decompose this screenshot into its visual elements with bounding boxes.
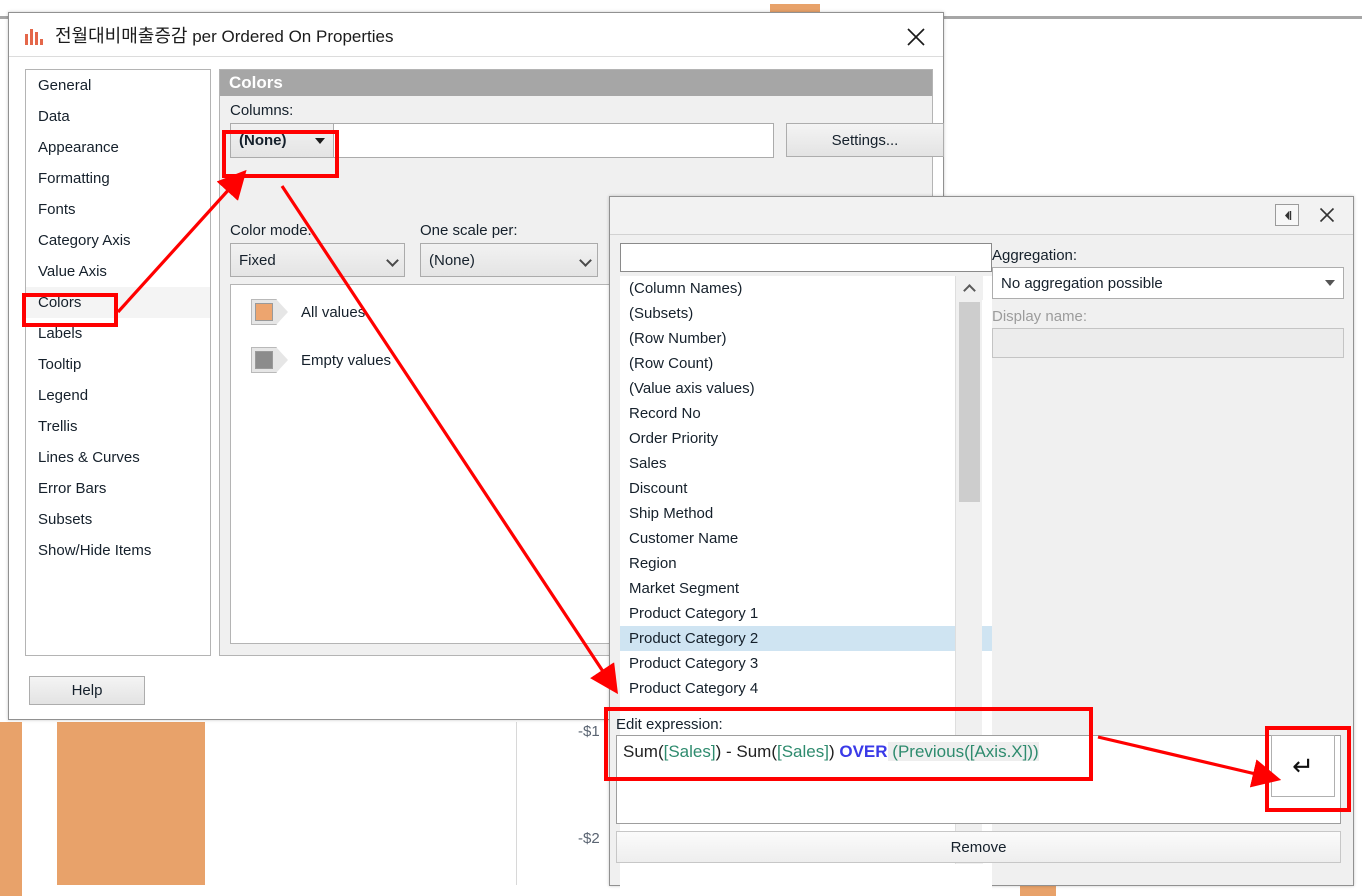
sidebar-item-error-bars[interactable]: Error Bars [26, 473, 210, 504]
page-title-korean: 전월대비매출증감 [55, 26, 188, 46]
list-item-customer-name[interactable]: Customer Name [620, 526, 992, 551]
properties-titlebar: 전월대비매출증감 per Ordered On Properties [9, 13, 943, 57]
columns-selector-value: (None) [239, 132, 287, 149]
list-item-subsets[interactable]: (Subsets) [620, 301, 992, 326]
color-mode-value: Fixed [239, 251, 276, 269]
expr-token-4: ) [828, 742, 840, 761]
column-picker-titlebar [610, 197, 1353, 235]
column-picker-dialog: (Column Names) (Subsets) (Row Number) (R… [609, 196, 1354, 896]
color-mode-combo[interactable]: Fixed [230, 243, 405, 277]
swatch-tag-shape [276, 299, 289, 325]
expr-token-0: Sum( [623, 742, 664, 761]
sidebar-item-category-axis[interactable]: Category Axis [26, 225, 210, 256]
chevron-down-icon [386, 254, 399, 267]
sidebar-item-show-hide-items[interactable]: Show/Hide Items [26, 535, 210, 566]
list-item-product-category-2[interactable]: Product Category 2 [620, 626, 992, 651]
aggregation-label: Aggregation: [992, 247, 1078, 264]
expression-editor[interactable]: Sum([Sales]) - Sum([Sales]) OVER (Previo… [616, 735, 1341, 824]
list-item-value-axis-values[interactable]: (Value axis values) [620, 376, 992, 401]
chevron-down-icon [315, 137, 325, 144]
sidebar-item-tooltip[interactable]: Tooltip [26, 349, 210, 380]
page-title: 전월대비매출증감 per Ordered On Properties [55, 23, 393, 50]
one-scale-per-label: One scale per: [420, 222, 518, 239]
page-title-rest: per Ordered On Properties [187, 27, 394, 46]
color-mode-label: Color mode: [230, 222, 312, 239]
settings-button[interactable]: Settings... [786, 123, 944, 157]
expr-token-3: [Sales] [777, 742, 829, 761]
list-item-ship-method[interactable]: Ship Method [620, 501, 992, 526]
list-item-sales[interactable]: Sales [620, 451, 992, 476]
close-icon[interactable] [903, 24, 929, 50]
remove-button[interactable]: Remove [616, 831, 1341, 863]
list-item-product-category-4[interactable]: Product Category 4 [620, 676, 992, 701]
expr-token-2: ) - Sum( [715, 742, 777, 761]
swatch-fill [255, 303, 273, 321]
expr-token-6: (Previous( [887, 742, 970, 761]
help-button[interactable]: Help [29, 676, 145, 705]
sidebar-item-trellis[interactable]: Trellis [26, 411, 210, 442]
expr-token-8: )) [1027, 742, 1039, 761]
list-item-column-names[interactable]: (Column Names) [620, 276, 992, 301]
one-scale-per-value: (None) [429, 251, 475, 269]
sidebar-item-labels[interactable]: Labels [26, 318, 210, 349]
chart-bar-1 [0, 722, 22, 896]
sidebar-item-fonts[interactable]: Fonts [26, 194, 210, 225]
swatch-tag-shape [276, 347, 289, 373]
display-name-label: Display name: [992, 308, 1088, 325]
sidebar-item-colors[interactable]: Colors [26, 287, 210, 318]
chart-tick-label-2: -$2 [578, 830, 600, 847]
chevron-up-icon[interactable] [956, 276, 983, 300]
columns-label: Columns: [230, 102, 294, 119]
aggregation-combo[interactable]: No aggregation possible [992, 267, 1344, 299]
sidebar-item-general[interactable]: General [26, 70, 210, 101]
sidebar-item-subsets[interactable]: Subsets [26, 504, 210, 535]
color-swatch-empty-values[interactable] [251, 347, 277, 373]
chevron-down-icon [579, 254, 592, 267]
color-rule-all-values[interactable]: All values [251, 299, 365, 325]
list-item-record-no[interactable]: Record No [620, 401, 992, 426]
enter-glyph: ↵ [1292, 750, 1314, 781]
enter-return-icon[interactable]: ↵ [1271, 735, 1335, 797]
list-item-market-segment[interactable]: Market Segment [620, 576, 992, 601]
list-item-discount[interactable]: Discount [620, 476, 992, 501]
display-name-field [992, 328, 1344, 358]
pin-left-icon[interactable] [1275, 204, 1299, 226]
list-item-region[interactable]: Region [620, 551, 992, 576]
search-input[interactable] [620, 243, 992, 272]
sidebar-item-appearance[interactable]: Appearance [26, 132, 210, 163]
edit-expression-label: Edit expression: [616, 716, 723, 733]
list-item-product-category-1[interactable]: Product Category 1 [620, 601, 992, 626]
expr-token-7: [Axis.X] [969, 742, 1028, 761]
chart-gridline-1 [516, 722, 517, 885]
close-icon[interactable] [1315, 204, 1339, 226]
screen-root: -$1 -$2 전월대비매출증감 per Ordered On Properti… [0, 0, 1362, 896]
list-item-product-category-3[interactable]: Product Category 3 [620, 651, 992, 676]
sidebar-item-data[interactable]: Data [26, 101, 210, 132]
swatch-fill [255, 351, 273, 369]
sidebar-item-lines-curves[interactable]: Lines & Curves [26, 442, 210, 473]
color-rule-label: All values [301, 303, 366, 321]
one-scale-per-combo[interactable]: (None) [420, 243, 598, 277]
scrollbar-thumb[interactable] [959, 302, 980, 502]
expr-token-5: OVER [839, 742, 888, 761]
list-item-row-count[interactable]: (Row Count) [620, 351, 992, 376]
list-item-order-priority[interactable]: Order Priority [620, 426, 992, 451]
chevron-down-icon [1325, 280, 1335, 286]
color-rule-label: Empty values [301, 351, 392, 369]
expr-token-1: [Sales] [663, 742, 716, 761]
panel-title: Colors [220, 70, 932, 96]
sidebar-item-formatting[interactable]: Formatting [26, 163, 210, 194]
color-rule-empty-values[interactable]: Empty values [251, 347, 391, 373]
bar-chart-icon [25, 29, 47, 45]
sidebar-item-value-axis[interactable]: Value Axis [26, 256, 210, 287]
color-swatch-all-values[interactable] [251, 299, 277, 325]
sidebar-item-legend[interactable]: Legend [26, 380, 210, 411]
columns-selector-combo[interactable]: (None) [230, 123, 334, 158]
aggregation-value: No aggregation possible [1001, 274, 1163, 292]
chart-tick-label-1: -$1 [578, 723, 600, 740]
chart-bar-2 [57, 722, 205, 885]
list-item-row-number[interactable]: (Row Number) [620, 326, 992, 351]
properties-nav-list[interactable]: General Data Appearance Formatting Fonts… [25, 69, 211, 656]
